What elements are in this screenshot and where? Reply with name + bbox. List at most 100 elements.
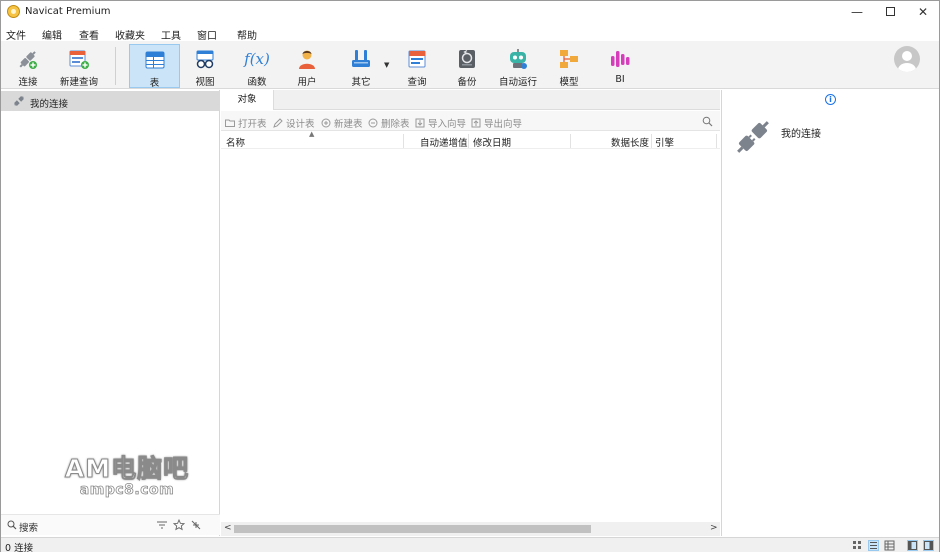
toolbar-connection-button[interactable]: 连接: [7, 44, 49, 88]
automation-robot-icon: [510, 49, 527, 69]
design-table-button[interactable]: 设计表: [273, 116, 315, 130]
new-table-label: 新建表: [334, 119, 363, 130]
toolbar-other-button[interactable]: 其它: [341, 44, 381, 88]
sidebar-search-label: 搜索: [19, 523, 39, 534]
toolbar-query-label: 查询: [407, 77, 427, 88]
avatar-head: [902, 51, 912, 61]
sort-ascending-icon: ▲: [309, 130, 315, 138]
objects-pane: 对象 打开表 设计表 新建表 删除表 导入向导 导出向导 ▲ 名称 自动递增值 …: [221, 90, 720, 536]
toggle-left-pane-button[interactable]: [907, 540, 918, 551]
horizontal-scrollbar[interactable]: < >: [221, 522, 720, 536]
toolbar-new-query-button[interactable]: 新建查询: [57, 44, 101, 88]
toolbar-model-button[interactable]: 模型: [549, 44, 589, 88]
user-avatar[interactable]: [894, 46, 920, 72]
menu-help[interactable]: 帮助: [237, 27, 257, 42]
menu-tools[interactable]: 工具: [161, 27, 181, 42]
right-pane-icon: [924, 541, 933, 550]
info-pane: i 我的连接: [721, 90, 939, 536]
bi-chart-icon: [611, 51, 630, 67]
column-header-engine[interactable]: 引擎: [655, 135, 674, 149]
new-table-button[interactable]: 新建表: [321, 116, 363, 130]
toolbar-table-label: 表: [149, 78, 160, 89]
menu-view[interactable]: 查看: [79, 27, 99, 42]
minimize-button[interactable]: —: [840, 1, 874, 24]
avatar-body: [898, 63, 916, 72]
export-wizard-label: 导出向导: [484, 119, 523, 130]
toolbar-model-label: 模型: [559, 77, 579, 88]
export-wizard-button[interactable]: 导出向导: [471, 116, 522, 130]
connection-tree-label: 我的连接: [30, 99, 69, 110]
sidebar-search-bar[interactable]: 搜索: [1, 514, 220, 535]
table-icon: [145, 51, 164, 69]
scroll-left-arrow-icon[interactable]: <: [224, 523, 232, 533]
status-bar: 0 连接: [1, 537, 939, 552]
add-icon: [321, 118, 331, 128]
menu-edit[interactable]: 编辑: [42, 27, 62, 42]
open-folder-icon: [225, 119, 235, 127]
object-toolbar: 打开表 设计表 新建表 删除表 导入向导 导出向导: [221, 111, 720, 131]
toolbar-bi-button[interactable]: BI: [600, 44, 640, 88]
connections-pane: 我的连接 AM电脑吧 ampc8.com 搜索: [1, 90, 220, 536]
user-icon: [299, 50, 315, 69]
detail-view-icon[interactable]: [884, 540, 895, 551]
filter-icon[interactable]: [156, 519, 168, 531]
column-header-name[interactable]: 名称: [226, 135, 245, 149]
close-button[interactable]: ✕: [906, 1, 940, 24]
toolbar-user-label: 用户: [297, 77, 317, 88]
star-icon[interactable]: [173, 519, 185, 531]
import-wizard-label: 导入向导: [428, 119, 467, 130]
column-header-modified-date[interactable]: 修改日期: [473, 135, 511, 149]
list-view-icon: [870, 542, 877, 549]
toolbar-automation-button[interactable]: 自动运行: [496, 44, 540, 88]
window-title: Navicat Premium: [25, 6, 111, 17]
list-view-button[interactable]: [868, 540, 879, 551]
menu-file[interactable]: 文件: [6, 27, 26, 42]
info-icon[interactable]: i: [825, 94, 836, 105]
column-divider[interactable]: [570, 134, 571, 148]
scrollbar-thumb[interactable]: [234, 525, 591, 533]
grid-view-icon[interactable]: [852, 540, 863, 551]
column-divider[interactable]: [468, 134, 469, 148]
collapse-icon[interactable]: [190, 519, 202, 531]
main-toolbar: 连接 新建查询 表 视图 f(x) 函数 用户 其它 ▼ 查询 备份 自动运行 …: [1, 41, 939, 89]
column-divider[interactable]: [403, 134, 404, 148]
toolbar-automation-label: 自动运行: [498, 77, 537, 88]
backup-icon: [459, 49, 475, 68]
scroll-right-arrow-icon[interactable]: >: [710, 523, 718, 533]
connection-plug-icon: [19, 51, 37, 69]
watermark: AM电脑吧 ampc8.com: [57, 449, 197, 499]
toolbar-backup-button[interactable]: 备份: [447, 44, 487, 88]
maximize-button[interactable]: [873, 1, 907, 24]
column-divider[interactable]: [716, 134, 717, 148]
toolbar-user-button[interactable]: 用户: [287, 44, 327, 88]
menu-window[interactable]: 窗口: [197, 27, 217, 42]
toolbar-view-button[interactable]: 视图: [185, 44, 225, 88]
toolbar-function-label: 函数: [247, 77, 267, 88]
menu-bar: 文件 编辑 查看 收藏夹 工具 窗口 帮助: [1, 24, 939, 42]
import-wizard-button[interactable]: 导入向导: [415, 116, 466, 130]
other-dropdown-arrow-icon[interactable]: ▼: [384, 61, 389, 69]
toolbar-query-button[interactable]: 查询: [397, 44, 437, 88]
query-icon: [408, 50, 426, 68]
new-query-icon: [69, 50, 89, 69]
title-bar: Navicat Premium — ✕: [1, 1, 939, 24]
delete-table-button[interactable]: 删除表: [368, 116, 410, 130]
toolbar-connection-label: 连接: [18, 77, 38, 88]
tab-objects[interactable]: 对象: [221, 90, 274, 110]
function-fx-icon: f(x): [244, 50, 270, 68]
toolbar-table-button[interactable]: 表: [129, 44, 180, 89]
column-header-data-length[interactable]: 数据长度: [611, 135, 649, 149]
connection-tree-item-my-connections[interactable]: 我的连接: [1, 91, 220, 111]
open-table-button[interactable]: 打开表: [225, 116, 267, 130]
menu-favorites[interactable]: 收藏夹: [115, 27, 145, 42]
toolbar-separator: [115, 47, 116, 85]
object-search-icon[interactable]: [702, 116, 713, 127]
maximize-icon: [885, 7, 895, 16]
column-divider[interactable]: [651, 134, 652, 148]
toggle-right-pane-button[interactable]: [923, 540, 934, 551]
remove-icon: [368, 118, 378, 128]
object-list-header: ▲ 名称 自动递增值 修改日期 数据长度 引擎: [221, 130, 720, 149]
pencil-icon: [273, 118, 283, 128]
column-header-auto-increment[interactable]: 自动递增值: [420, 135, 468, 149]
toolbar-function-button[interactable]: f(x) 函数: [237, 44, 277, 88]
